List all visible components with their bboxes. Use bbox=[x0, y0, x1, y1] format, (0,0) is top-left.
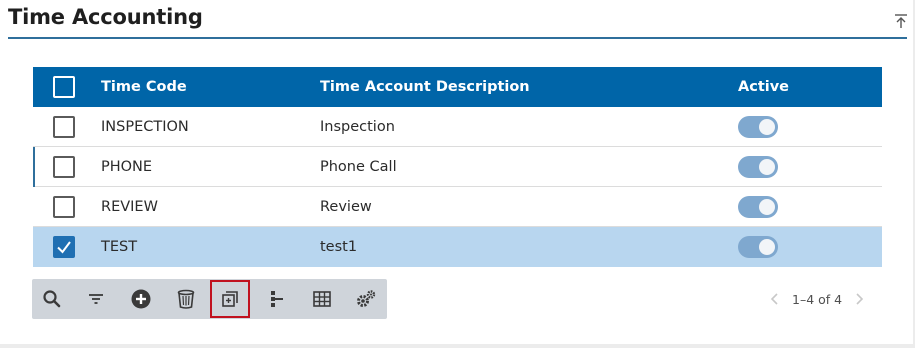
column-header-time-code[interactable]: Time Code bbox=[101, 67, 187, 107]
time-accounting-panel: Time Accounting Time Code Time Account D… bbox=[0, 0, 913, 344]
checkmark-icon bbox=[57, 241, 71, 254]
column-header-active[interactable]: Active bbox=[738, 67, 789, 107]
table-view-button[interactable] bbox=[302, 279, 342, 319]
page-range-text: 1–4 of 4 bbox=[792, 291, 843, 307]
filter-icon bbox=[89, 294, 103, 304]
description-cell: Review bbox=[320, 199, 372, 215]
next-page-button[interactable] bbox=[852, 289, 866, 309]
active-toggle[interactable] bbox=[738, 156, 778, 178]
chevron-left-icon bbox=[770, 293, 778, 305]
active-toggle[interactable] bbox=[738, 236, 778, 258]
select-all-checkbox[interactable] bbox=[53, 76, 75, 98]
copy-record-button[interactable] bbox=[210, 280, 250, 318]
hierarchy-button[interactable] bbox=[257, 279, 297, 319]
table-row[interactable]: INSPECTION Inspection bbox=[33, 107, 882, 147]
time-code-cell: PHONE bbox=[101, 159, 153, 175]
grid-toolbar bbox=[32, 279, 387, 319]
active-toggle[interactable] bbox=[738, 196, 778, 218]
grid-header: Time Code Time Account Description Activ… bbox=[33, 67, 882, 107]
settings-icon bbox=[357, 290, 376, 307]
description-cell: Phone Call bbox=[320, 159, 397, 175]
time-code-cell: TEST bbox=[101, 239, 138, 255]
add-icon bbox=[131, 289, 151, 309]
description-cell: test1 bbox=[320, 239, 358, 255]
delete-button[interactable] bbox=[166, 279, 206, 319]
collapse-icon[interactable] bbox=[893, 12, 909, 30]
pagination: 1–4 of 4 bbox=[768, 289, 866, 309]
settings-button[interactable] bbox=[346, 279, 386, 319]
hierarchy-icon bbox=[271, 291, 283, 307]
active-toggle[interactable] bbox=[738, 116, 778, 138]
chevron-right-icon bbox=[856, 293, 864, 305]
table-row[interactable]: REVIEW Review bbox=[33, 187, 882, 227]
table-row[interactable]: TEST test1 bbox=[33, 227, 882, 267]
prev-page-button[interactable] bbox=[768, 289, 782, 309]
page-title: Time Accounting bbox=[8, 5, 203, 29]
add-button[interactable] bbox=[121, 279, 161, 319]
table-row[interactable]: PHONE Phone Call bbox=[33, 147, 882, 187]
row-checkbox[interactable] bbox=[53, 156, 75, 178]
column-header-description[interactable]: Time Account Description bbox=[320, 67, 530, 107]
search-button[interactable] bbox=[32, 279, 72, 319]
search-icon bbox=[43, 290, 61, 308]
time-code-cell: INSPECTION bbox=[101, 119, 189, 135]
description-cell: Inspection bbox=[320, 119, 395, 135]
time-accounting-grid: Time Code Time Account Description Activ… bbox=[33, 67, 882, 267]
copy-record-icon bbox=[222, 291, 238, 307]
row-checkbox[interactable] bbox=[53, 196, 75, 218]
title-divider bbox=[8, 37, 907, 39]
table-view-icon bbox=[313, 291, 331, 307]
row-checkbox[interactable] bbox=[53, 236, 75, 258]
filter-button[interactable] bbox=[76, 279, 116, 319]
delete-icon bbox=[177, 289, 195, 309]
row-checkbox[interactable] bbox=[53, 116, 75, 138]
time-code-cell: REVIEW bbox=[101, 199, 158, 215]
